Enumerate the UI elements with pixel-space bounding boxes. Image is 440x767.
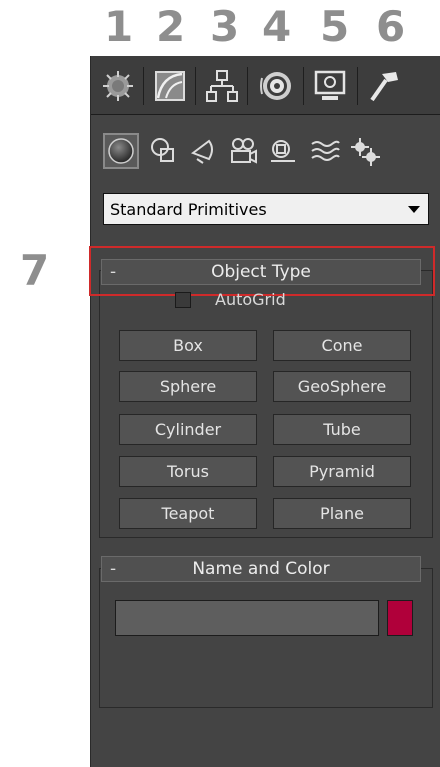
create-icon [103, 71, 133, 101]
chevron-down-icon [408, 206, 420, 213]
callout-6: 6 [376, 2, 406, 51]
object-name-field[interactable] [115, 600, 379, 636]
primitives-dropdown-value: Standard Primitives [110, 199, 267, 219]
primitives-dropdown[interactable]: Standard Primitives [103, 193, 429, 225]
command-panel: Standard Primitives - Object Type AutoGr… [89, 56, 440, 767]
motion-icon [260, 72, 291, 100]
cameras-icon [231, 138, 257, 164]
callout-7: 7 [20, 246, 50, 295]
collapse-icon: - [110, 559, 117, 579]
tab-create[interactable] [97, 67, 139, 105]
systems-icon [351, 138, 380, 166]
callout-2: 2 [156, 2, 186, 51]
callout-1: 1 [104, 2, 134, 51]
autogrid-checkbox[interactable] [175, 291, 191, 308]
modify-icon [155, 71, 185, 101]
category-systems[interactable] [347, 133, 383, 169]
geometry-icon [108, 138, 134, 164]
category-space-warps[interactable] [307, 133, 343, 169]
torus-button[interactable]: Torus [119, 456, 257, 487]
shapes-icon [151, 138, 174, 162]
tab-hierarchy[interactable] [201, 67, 243, 105]
hierarchy-icon [206, 70, 238, 102]
category-helpers[interactable] [265, 133, 301, 169]
category-cameras[interactable] [225, 133, 261, 169]
helpers-icon [271, 140, 295, 162]
space-warps-icon [311, 140, 340, 161]
cone-button[interactable]: Cone [273, 330, 411, 361]
display-icon [314, 70, 346, 100]
tube-button[interactable]: Tube [273, 414, 411, 445]
utilities-hammer-icon [370, 72, 398, 102]
pyramid-button[interactable]: Pyramid [273, 456, 411, 487]
cylinder-button[interactable]: Cylinder [119, 414, 257, 445]
category-shapes[interactable] [145, 133, 181, 169]
callout-3: 3 [210, 2, 240, 51]
autogrid-label: AutoGrid [215, 290, 286, 309]
lights-icon [190, 139, 213, 164]
category-lights[interactable] [185, 133, 221, 169]
name-color-title: Name and Color [192, 559, 330, 579]
tab-utilities[interactable] [363, 67, 405, 105]
autogrid-row: AutoGrid [175, 290, 286, 309]
tab-modify[interactable] [149, 67, 191, 105]
name-color-header[interactable]: - Name and Color [101, 556, 421, 582]
name-color-rollout [99, 568, 433, 708]
category-geometry[interactable] [103, 133, 139, 169]
box-button[interactable]: Box [119, 330, 257, 361]
command-panel-tabs [91, 56, 440, 115]
object-type-highlight [89, 246, 435, 296]
callout-4: 4 [262, 2, 292, 51]
tab-motion[interactable] [255, 67, 297, 105]
callout-5: 5 [320, 2, 350, 51]
geosphere-button[interactable]: GeoSphere [273, 371, 411, 402]
plane-button[interactable]: Plane [273, 498, 411, 529]
tab-display[interactable] [309, 67, 351, 105]
object-color-swatch[interactable] [387, 600, 413, 636]
teapot-button[interactable]: Teapot [119, 498, 257, 529]
sphere-button[interactable]: Sphere [119, 371, 257, 402]
